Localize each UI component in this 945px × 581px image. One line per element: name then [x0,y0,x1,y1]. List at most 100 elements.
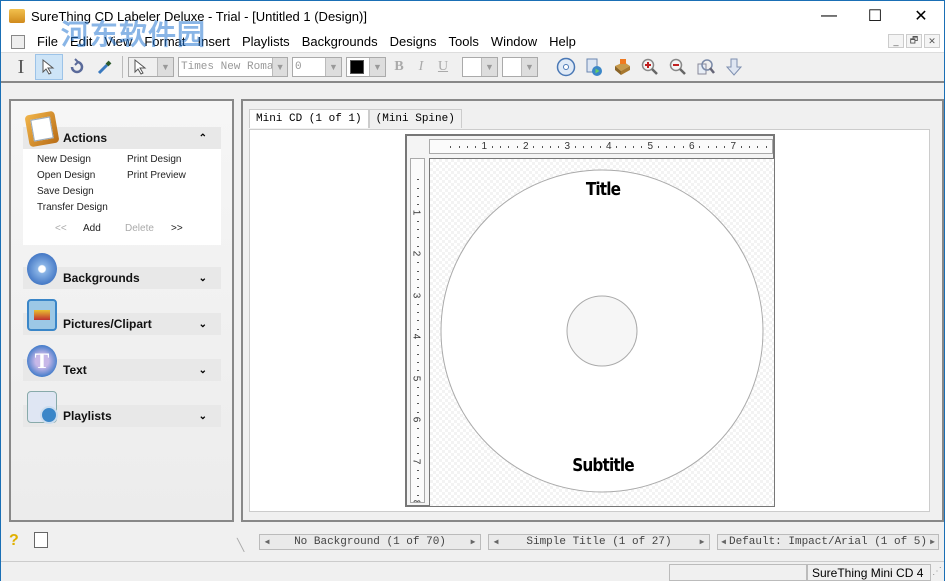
chevron-down-icon[interactable]: ⌄ [199,273,207,284]
spacing-combo[interactable]: ▼ [502,57,538,77]
eyedropper-icon[interactable] [91,54,119,80]
next-button[interactable]: >> [171,223,183,234]
menu-tools[interactable]: Tools [443,34,485,49]
label-canvas[interactable]: Title Subtitle [429,158,775,507]
ruler-tick [674,146,676,148]
ruler-tick [574,146,576,148]
text-cursor-icon[interactable]: I [7,54,35,80]
horizontal-ruler: 1 2 3 4 5 6 7 8 [429,139,773,154]
menu-file[interactable]: File [31,34,64,49]
background-next-button[interactable]: ▶ [466,537,480,547]
chevron-down-icon[interactable]: ⌄ [199,365,207,376]
playlists-panel[interactable]: Playlists ⌄ [23,391,221,427]
help-icon[interactable]: ? [9,532,19,550]
actions-body: New Design Open Design Save Design Trans… [23,149,221,245]
chevron-down-icon[interactable]: ⌄ [199,319,207,330]
cd-icon[interactable] [552,54,580,80]
zoom-page-icon[interactable] [692,54,720,80]
ruler-tick [508,146,510,148]
ruler-tick [666,146,668,148]
bottom-bar: ? ╲ ◀ No Background (1 of 70) ▶ ◀ Simple… [1,526,944,558]
mdi-minimize-button[interactable]: _ [888,34,904,48]
text-panel[interactable]: T Text ⌄ [23,345,221,381]
menu-playlists[interactable]: Playlists [236,34,296,49]
ruler-tick [458,146,460,148]
print-design-link[interactable]: Print Design [127,154,181,165]
add-button[interactable]: Add [83,223,101,234]
menu-help[interactable]: Help [543,34,582,49]
chevron-down-icon: ▼ [272,58,287,76]
toolbar: I ▼ Times New Roman ▼ 0 ▼ ▼ B I U ▼ ▼ [1,53,944,83]
ruler-label: 4 [410,333,422,340]
delete-button[interactable]: Delete [125,223,154,234]
print-preview-link[interactable]: Print Preview [127,170,186,181]
transfer-design-link[interactable]: Transfer Design [37,202,108,213]
ruler-tick [417,237,419,239]
properties-icon[interactable] [34,532,48,548]
ruler-tick [417,494,419,496]
maximize-button[interactable]: ☐ [852,1,898,31]
ruler-tick [475,146,477,148]
cd-center-hole [566,295,638,367]
ruler-label: 8 [410,499,422,503]
save-design-link[interactable]: Save Design [37,186,94,197]
align-combo[interactable]: ▼ [462,57,498,77]
actions-title: Actions [63,131,108,145]
down-arrow-icon[interactable] [720,54,748,80]
playlist-media-icon[interactable] [580,54,608,80]
new-design-link[interactable]: New Design [37,154,91,165]
open-design-link[interactable]: Open Design [37,170,95,181]
font-prev-button[interactable]: ◀ [718,537,729,547]
mdi-close-button[interactable]: ✕ [924,34,940,48]
menu-designs[interactable]: Designs [384,34,443,49]
pointer-icon[interactable] [35,54,63,80]
font-next-button[interactable]: ▶ [927,537,938,547]
rotate-icon[interactable] [63,54,91,80]
ruler-tick [765,146,767,148]
ruler-label: 7 [730,141,737,152]
italic-button[interactable]: I [410,59,432,75]
tab-mini-spine[interactable]: (Mini Spine) [368,109,462,128]
menu-backgrounds[interactable]: Backgrounds [296,34,384,49]
ruler-label: 6 [410,416,422,423]
chevron-down-icon[interactable]: ⌄ [199,411,207,422]
ruler-tick [599,146,601,148]
cd-subtitle-text[interactable]: Subtitle [456,455,750,476]
design-tabs: Mini CD (1 of 1) (Mini Spine) [249,109,462,128]
zoom-in-icon[interactable] [636,54,664,80]
ruler-label: 1 [481,141,488,152]
font-name-combo[interactable]: Times New Roman ▼ [178,57,288,77]
prev-button[interactable]: << [55,223,67,234]
minimize-button[interactable]: — [806,1,852,31]
tab-mini-cd[interactable]: Mini CD (1 of 1) [249,109,369,128]
background-prev-button[interactable]: ◀ [260,537,274,547]
ruler-tick [417,370,419,372]
design-page: 1 2 3 4 5 6 7 8 1 2 3 4 5 6 7 8 Title Subtitle [249,129,930,512]
backgrounds-panel[interactable]: Backgrounds ⌄ [23,253,221,289]
zoom-out-icon[interactable] [664,54,692,80]
ruler-tick [541,146,543,148]
title-next-button[interactable]: ▶ [695,537,709,547]
resize-grip-icon[interactable]: ⋰ [932,566,942,577]
chevron-down-icon: ▼ [369,58,385,76]
ruler-tick [417,486,419,488]
pictures-panel[interactable]: Pictures/Clipart ⌄ [23,299,221,335]
document-icon[interactable] [11,34,25,49]
ruler-tick [624,146,626,148]
title-prev-button[interactable]: ◀ [489,537,503,547]
ruler-tick [707,146,709,148]
select-tool-dropdown[interactable]: ▼ [128,57,174,77]
app-icon [9,9,25,23]
cd-title-text[interactable]: Title [456,179,750,200]
bold-button[interactable]: B [388,59,410,75]
menu-window[interactable]: Window [485,34,543,49]
actions-panel-header[interactable]: Actions ⌃ [23,110,221,149]
mdi-restore-button[interactable]: 🗗 [906,34,922,48]
font-size-combo[interactable]: 0 ▼ [292,57,342,77]
color-combo[interactable]: ▼ [346,57,386,77]
print-box-icon[interactable] [608,54,636,80]
underline-button[interactable]: U [432,59,454,75]
text-title: Text [63,363,87,377]
close-button[interactable]: ✕ [898,1,944,31]
chevron-up-icon[interactable]: ⌃ [199,133,207,144]
